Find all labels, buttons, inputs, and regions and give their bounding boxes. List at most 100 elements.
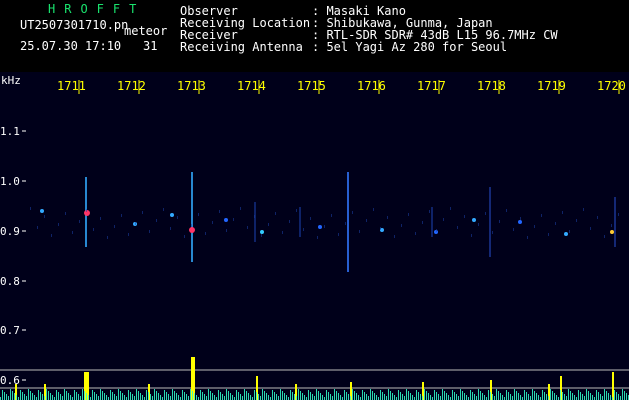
noise-floor-bar <box>176 393 177 400</box>
noise-speckle <box>548 233 549 236</box>
noise-floor-bar <box>334 389 335 400</box>
noise-floor-bar <box>420 394 421 400</box>
noise-floor-bar <box>312 394 313 400</box>
noise-floor-bar <box>556 395 557 400</box>
noise-floor-bar <box>292 392 293 400</box>
noise-speckle <box>303 228 304 231</box>
noise-floor-bar <box>340 395 341 400</box>
noise-floor-bar <box>622 389 623 400</box>
noise-floor-bar <box>94 392 95 400</box>
noise-floor-bar <box>604 389 605 400</box>
noise-floor-bar <box>400 392 401 400</box>
noise-floor-bar <box>112 392 113 400</box>
meteor-echo <box>518 220 522 224</box>
y-tick-label: 0.6 <box>0 374 20 387</box>
noise-speckle <box>387 216 388 219</box>
noise-floor-bar <box>386 396 387 400</box>
noise-floor-bar <box>232 395 233 400</box>
noise-floor-bar <box>248 393 249 400</box>
noise-speckle <box>37 226 38 229</box>
noise-floor-bar <box>530 396 531 400</box>
noise-floor-bar <box>28 389 29 400</box>
noise-floor-bar <box>86 393 87 400</box>
noise-floor-bar <box>56 390 57 400</box>
y-tick-label: 1.1 <box>0 125 20 138</box>
noise-floor-bar <box>40 392 41 400</box>
noise-speckle <box>366 219 367 222</box>
noise-speckle <box>191 224 192 227</box>
noise-floor-bar <box>444 391 445 400</box>
noise-floor-bar <box>606 391 607 400</box>
noise-floor-bar <box>446 393 447 400</box>
antenna-key: Receiving Antenna <box>180 40 303 54</box>
noise-floor-bar <box>200 390 201 400</box>
noise-floor-bar <box>430 395 431 400</box>
noise-floor-bar <box>92 390 93 400</box>
meteor-echo <box>170 213 174 217</box>
noise-floor-bar <box>494 396 495 400</box>
noise-floor-bar <box>50 393 51 400</box>
noise-floor-bar <box>164 390 165 400</box>
noise-speckle <box>513 228 514 231</box>
noise-floor-bar <box>242 396 243 400</box>
noise-floor-bar <box>618 394 619 400</box>
noise-floor-bar <box>62 396 63 400</box>
noise-floor-bar <box>34 395 35 400</box>
noise-floor-bar <box>584 396 585 400</box>
noise-floor-bar <box>500 393 501 400</box>
noise-floor-bar <box>438 394 439 400</box>
noise-floor-bar <box>330 394 331 400</box>
noise-floor-bar <box>370 389 371 400</box>
noise-speckle <box>443 218 444 221</box>
noise-floor-bar <box>374 393 375 400</box>
noise-floor-bar <box>218 390 219 400</box>
noise-floor-bar <box>572 393 573 400</box>
noise-speckle <box>282 231 283 234</box>
noise-floor-bar <box>284 393 285 400</box>
meteor-echo <box>224 218 228 222</box>
noise-floor-bar <box>82 389 83 400</box>
detection-count: 31 <box>143 39 158 53</box>
noise-floor-bar <box>224 396 225 400</box>
noise-speckle <box>436 229 437 232</box>
noise-floor-bar <box>366 394 367 400</box>
noise-floor-bar <box>394 395 395 400</box>
noise-floor-bar <box>404 396 405 400</box>
noise-floor-bar <box>116 396 117 400</box>
noise-floor-bar <box>610 395 611 400</box>
noise-floor-bar <box>356 393 357 400</box>
noise-speckle <box>233 218 234 221</box>
noise-speckle <box>177 216 178 219</box>
noise-floor-bar <box>150 394 151 400</box>
noise-floor-bar <box>220 392 221 400</box>
noise-floor-bar <box>8 396 9 400</box>
noise-speckle <box>310 217 311 220</box>
noise-floor-bar <box>350 396 351 400</box>
noise-floor-bar <box>436 392 437 400</box>
noise-floor-bar <box>262 389 263 400</box>
noise-floor-bar <box>346 392 347 400</box>
noise-floor-bar <box>550 389 551 400</box>
noise-floor-bar <box>358 395 359 400</box>
noise-floor-bar <box>422 396 423 400</box>
noise-floor-bar <box>184 392 185 400</box>
noise-floor-bar <box>260 396 261 400</box>
noise-floor-bar <box>596 390 597 400</box>
time-label: 1718 <box>477 79 506 93</box>
noise-floor-bar <box>148 392 149 400</box>
noise-floor-bar <box>598 392 599 400</box>
noise-speckle <box>541 214 542 217</box>
noise-floor-bar <box>254 390 255 400</box>
noise-floor-bar <box>310 392 311 400</box>
noise-floor-bar <box>552 391 553 400</box>
noise-speckle <box>611 224 612 227</box>
noise-floor-bar <box>586 389 587 400</box>
noise-floor-bar <box>562 392 563 400</box>
noise-floor-bar <box>560 390 561 400</box>
noise-floor-bar <box>136 389 137 400</box>
noise-floor-bar <box>210 391 211 400</box>
noise-speckle <box>317 236 318 239</box>
noise-floor-bar <box>418 392 419 400</box>
noise-floor-bar <box>10 389 11 400</box>
noise-speckle <box>499 220 500 223</box>
